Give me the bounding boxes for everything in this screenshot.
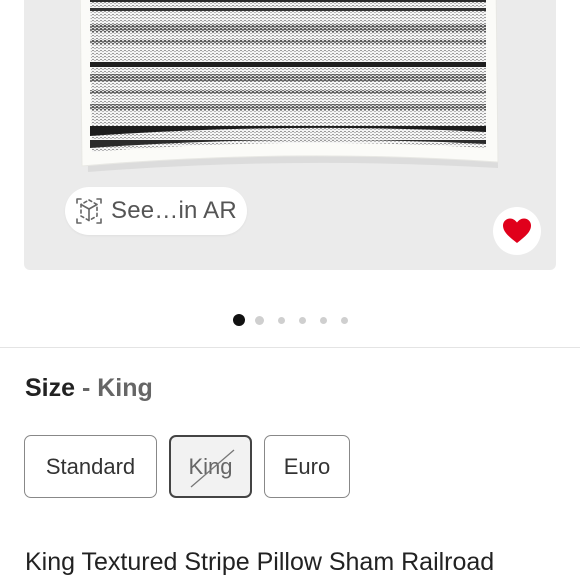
size-option-label: King [188, 453, 233, 479]
size-label: Size [25, 374, 76, 402]
size-option-standard[interactable]: Standard [24, 435, 157, 498]
carousel-dot[interactable] [340, 316, 348, 324]
carousel-dot[interactable] [319, 316, 327, 324]
carousel-dot[interactable] [277, 316, 285, 324]
section-divider [0, 347, 580, 348]
carousel-dot[interactable] [254, 315, 264, 325]
product-image-card[interactable]: See…in AR [24, 0, 556, 270]
size-option-label: Standard [45, 453, 136, 479]
see-in-ar-label: See…in AR [111, 197, 237, 224]
see-in-ar-button[interactable]: See…in AR [65, 187, 247, 235]
ar-cube-icon [75, 197, 103, 225]
size-option-label: Euro [283, 453, 331, 479]
product-title: King Textured Stripe Pillow Sham Railroa… [25, 548, 495, 576]
size-option-king[interactable]: King [169, 435, 252, 498]
product-image [80, 0, 499, 172]
heart-icon [502, 217, 532, 245]
carousel-dot[interactable] [298, 316, 306, 324]
carousel-dot-active[interactable] [232, 314, 245, 326]
size-option-euro[interactable]: Euro [264, 435, 350, 498]
size-options: Standard King Euro [24, 435, 350, 498]
carousel-pagination[interactable] [0, 314, 580, 326]
favorite-button[interactable] [493, 207, 541, 255]
size-heading: Size - King [25, 374, 153, 403]
size-separator: - [75, 374, 98, 402]
selected-size-value: King [97, 374, 153, 402]
product-page: See…in AR Size - King Standard King Euro… [0, 0, 580, 580]
